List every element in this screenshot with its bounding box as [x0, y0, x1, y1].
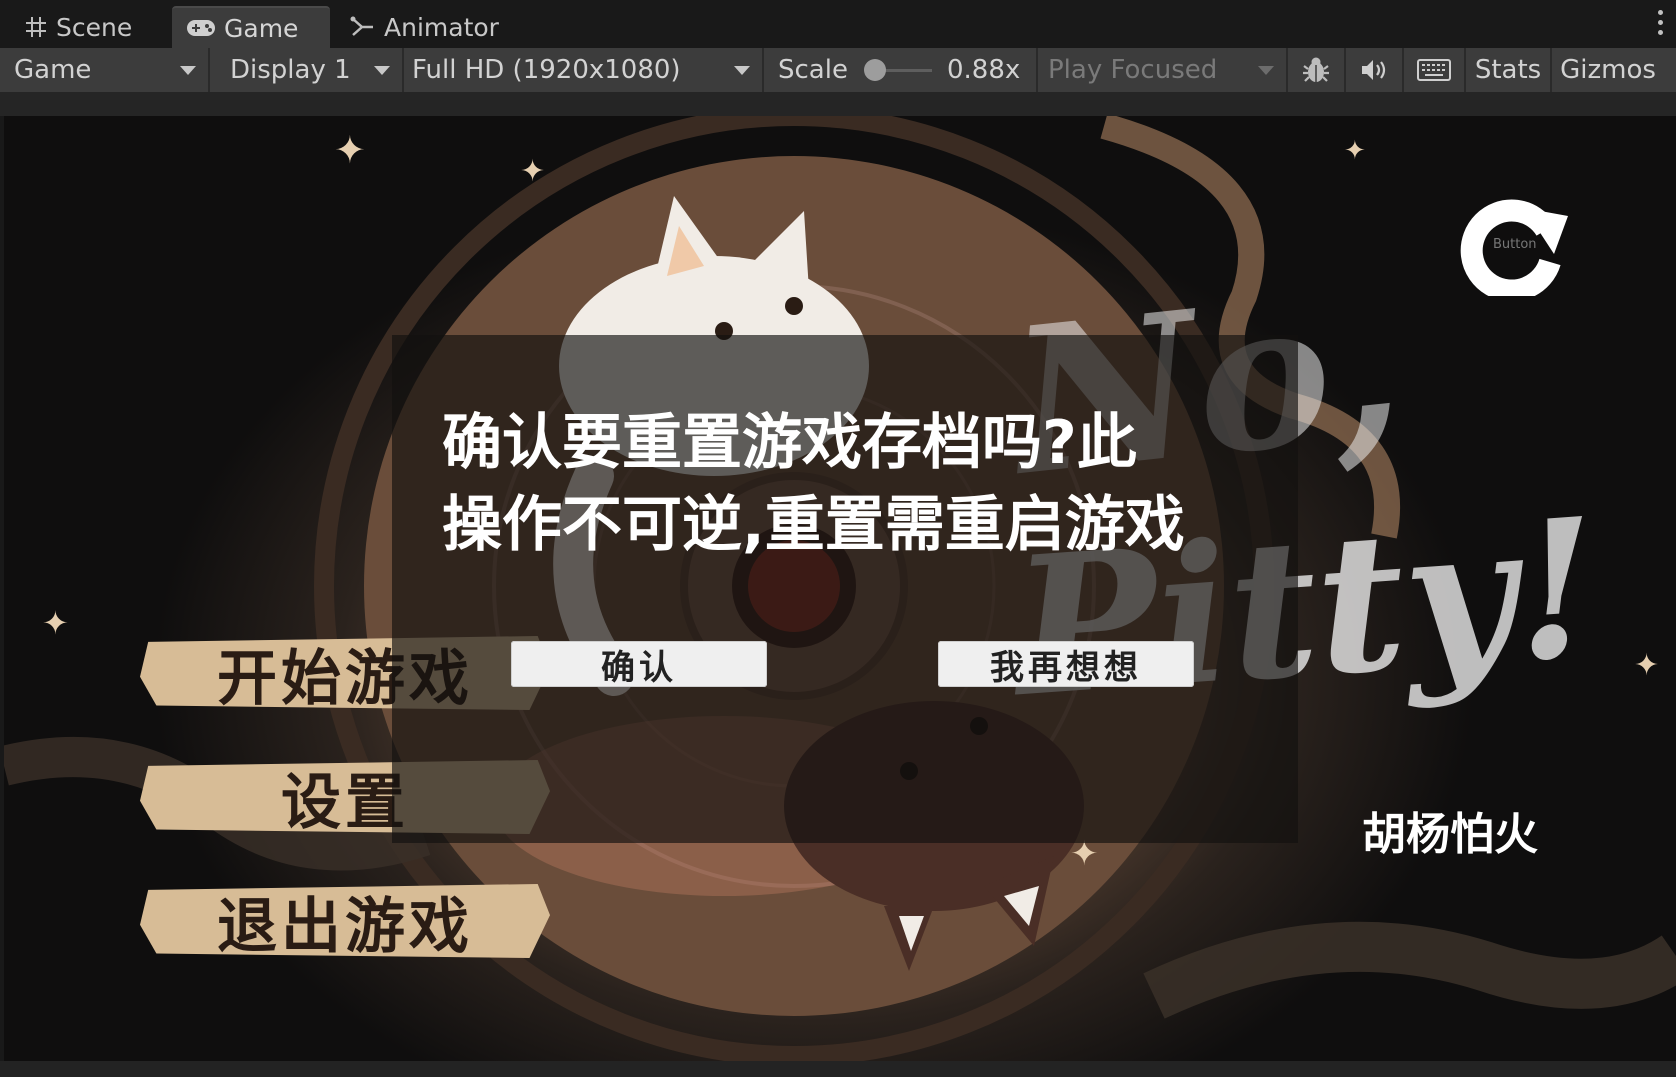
- game-view-header-strip: [0, 92, 1676, 116]
- confirm-label: 确认: [601, 647, 677, 688]
- stats-button[interactable]: Stats: [1466, 48, 1550, 92]
- gizmos-button[interactable]: Gizmos: [1552, 48, 1664, 92]
- dialog-message: 确认要重置游戏存档吗?此 操作不可逆,重置需重启游戏: [442, 402, 1242, 566]
- dialog-message-line: 操作不可逆,重置需重启游戏: [442, 490, 1185, 560]
- play-mode-value: Play Focused: [1048, 55, 1218, 85]
- tab-label: Game: [224, 13, 299, 43]
- gamepad-icon: [187, 20, 215, 36]
- grid-icon: [26, 17, 46, 37]
- stats-label: Stats: [1474, 55, 1542, 85]
- scale-control: Scale 0.88x: [764, 48, 1036, 92]
- view-type-dropdown[interactable]: Game: [0, 48, 208, 92]
- dialog-message-line: 确认要重置游戏存档吗?此: [442, 408, 1137, 478]
- debug-toggle-button[interactable]: [1288, 48, 1344, 92]
- tab-label: Animator: [384, 12, 499, 42]
- status-bar: [0, 1061, 1676, 1077]
- mute-audio-button[interactable]: [1346, 48, 1402, 92]
- keyboard-icon: [1417, 59, 1451, 81]
- quit-game-label: 退出游戏: [217, 891, 473, 962]
- animator-icon: [350, 16, 373, 36]
- sparkle-icon: ✦: [520, 154, 546, 189]
- chevron-down-icon: [374, 66, 390, 75]
- scale-slider-handle[interactable]: [864, 59, 886, 81]
- tab-label: Scene: [56, 12, 133, 42]
- sparkle-icon: ✦: [1634, 648, 1660, 683]
- scale-label: Scale: [778, 55, 848, 85]
- confirm-button[interactable]: 确认: [511, 641, 767, 688]
- author-credit: 胡杨怕火: [1362, 809, 1538, 860]
- resolution-value: Full HD (1920x1080): [412, 55, 681, 85]
- display-dropdown[interactable]: Display 1: [210, 48, 402, 92]
- gizmos-label: Gizmos: [1560, 55, 1656, 85]
- reset-button-label: Button: [1493, 237, 1537, 252]
- sparkle-icon: ✦: [334, 128, 366, 172]
- chevron-down-icon: [180, 66, 196, 75]
- speaker-icon: [1362, 60, 1386, 80]
- chevron-down-icon: [1258, 66, 1274, 75]
- settings-label: 设置: [281, 767, 409, 838]
- quit-game-button[interactable]: 退出游戏: [140, 884, 550, 958]
- editor-tab-bar: Scene Game Animator: [0, 0, 1676, 48]
- reconsider-button[interactable]: 我再想想: [938, 641, 1194, 688]
- game-view-toolbar: Game Display 1 Full HD (1920x1080) Scale…: [0, 48, 1676, 93]
- display-value: Display 1: [230, 55, 351, 85]
- resolution-dropdown[interactable]: Full HD (1920x1080): [404, 48, 762, 92]
- tab-animator[interactable]: Animator: [336, 6, 526, 48]
- bug-icon: [1303, 57, 1329, 82]
- scale-value: 0.88x: [947, 55, 1021, 85]
- more-menu-icon[interactable]: [1656, 10, 1664, 38]
- sparkle-icon: ✦: [1344, 136, 1366, 166]
- sparkle-icon: ✦: [42, 604, 69, 642]
- shortcuts-button[interactable]: [1404, 48, 1464, 92]
- play-mode-dropdown[interactable]: Play Focused: [1038, 48, 1286, 92]
- reconsider-label: 我再想想: [990, 647, 1142, 688]
- tab-scene[interactable]: Scene: [10, 6, 168, 48]
- view-type-value: Game: [14, 55, 92, 85]
- tab-game[interactable]: Game: [172, 6, 330, 48]
- chevron-down-icon: [734, 66, 750, 75]
